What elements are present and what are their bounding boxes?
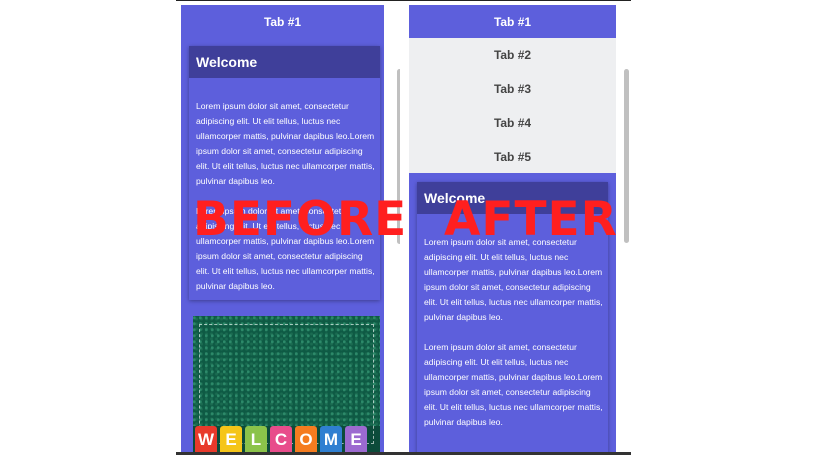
tab-1[interactable]: Tab #1 — [181, 5, 384, 38]
tab-2[interactable]: Tab #2 — [409, 38, 616, 72]
letter-block: C — [270, 426, 292, 452]
welcome-image: W E L C O M E — [193, 316, 380, 452]
card-title: Welcome — [189, 46, 380, 78]
letter-block: E — [220, 426, 242, 452]
tab-list: Tab #1 Tab #2 Tab #3 Tab #4 Tab #5 — [409, 5, 616, 173]
letter-block: W — [195, 426, 217, 452]
welcome-card: Welcome Lorem ipsum dolor sit amet, cons… — [189, 46, 380, 300]
tab-3[interactable]: Tab #3 — [409, 72, 616, 106]
card-body: Lorem ipsum dolor sit amet, consectetur … — [189, 78, 380, 294]
paragraph: Lorem ipsum dolor sit amet, consectetur … — [196, 101, 375, 186]
letter-block: L — [245, 426, 267, 452]
paragraph: Lorem ipsum dolor sit amet, consectetur … — [424, 237, 603, 322]
tab-4[interactable]: Tab #4 — [409, 106, 616, 140]
letter-block: E — [345, 426, 367, 452]
after-label: AFTER — [444, 192, 618, 247]
tab-1[interactable]: Tab #1 — [409, 5, 616, 38]
paragraph: Lorem ipsum dolor sit amet, consectetur … — [424, 342, 603, 427]
before-label: BEFORE — [193, 192, 408, 247]
letter-block: O — [295, 426, 317, 452]
letter-block: M — [320, 426, 342, 452]
tab-5[interactable]: Tab #5 — [409, 140, 616, 174]
letter-blocks: W E L C O M E — [193, 426, 380, 452]
scrollbar-thumb[interactable] — [624, 69, 629, 243]
